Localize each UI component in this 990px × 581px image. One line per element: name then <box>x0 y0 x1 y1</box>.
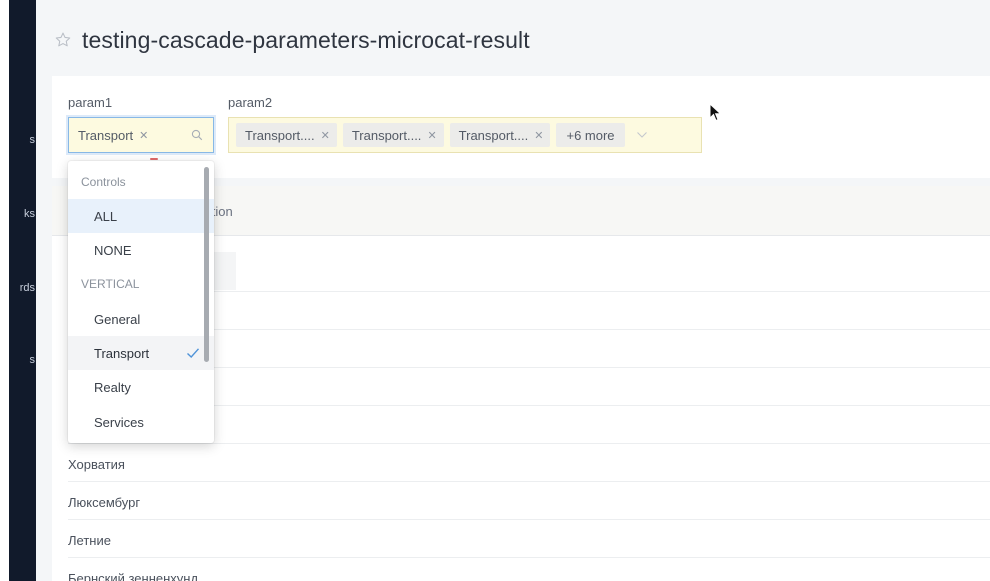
param2-more-tag[interactable]: +6 more <box>556 123 625 147</box>
check-icon <box>185 345 201 361</box>
dropdown-option-label: ALL <box>94 208 118 224</box>
dropdown-option-label: General <box>94 311 141 327</box>
dropdown-option-label: NONE <box>94 242 132 258</box>
param2-tag: Transport.... ✕ <box>449 123 551 147</box>
dropdown-option-label: Realty <box>94 379 131 395</box>
dropdown-scrollbar[interactable] <box>204 167 209 362</box>
close-icon[interactable]: ✕ <box>321 129 330 142</box>
param2-tag-label: Transport.... <box>458 127 529 143</box>
param2-tag-label: Transport.... <box>245 127 315 143</box>
dropdown-option-general[interactable]: General <box>68 302 214 336</box>
table-row[interactable]: Летние <box>68 520 990 558</box>
page-title: testing-cascade-parameters-microcat-resu… <box>82 26 530 53</box>
close-icon[interactable]: ✕ <box>139 129 148 142</box>
dropdown-option-none[interactable]: NONE <box>68 233 214 267</box>
close-icon[interactable]: ✕ <box>534 129 543 142</box>
nav-item-2[interactable]: ks <box>9 208 36 220</box>
table-row[interactable]: Хорватия <box>68 444 990 482</box>
dropdown-option-transport[interactable]: Transport <box>68 336 214 370</box>
param2-tag: Transport.... ✕ <box>236 123 337 147</box>
param1-tag-label: Transport <box>78 127 134 143</box>
mouse-cursor-icon <box>709 103 722 122</box>
param1-tag: Transport ✕ <box>76 123 150 147</box>
dropdown-group-vertical: VERTICAL <box>81 277 140 291</box>
table-cell: Хорватия <box>68 457 125 472</box>
star-icon[interactable] <box>52 29 74 51</box>
dropdown-group-controls: Controls <box>81 175 126 189</box>
nav-item-1[interactable]: s <box>9 134 36 146</box>
nav-item-3[interactable]: rds <box>9 282 36 294</box>
param2-tag: Transport.... ✕ <box>342 123 444 147</box>
chevron-down-icon[interactable] <box>635 128 649 142</box>
dropdown-option-label: Transport <box>94 345 150 361</box>
param1-select[interactable]: Transport ✕ <box>68 117 214 153</box>
table-cell: Люксембург <box>68 495 141 510</box>
table-cell: Летние <box>68 533 111 548</box>
left-nav: s ks rds s <box>0 0 36 581</box>
title-row: testing-cascade-parameters-microcat-resu… <box>52 22 530 58</box>
dropdown-option-services[interactable]: Services <box>68 405 214 439</box>
dropdown-option-all[interactable]: ALL <box>68 199 214 233</box>
table-cell: Бернский зенненхунд <box>68 571 199 581</box>
param2-tag-label: Transport.... <box>351 127 422 143</box>
scroll-indicator <box>150 158 158 160</box>
dropdown-option-label: Services <box>94 414 144 430</box>
table-row[interactable]: Бернский зенненхунд <box>68 558 990 581</box>
dropdown-option-realty[interactable]: Realty <box>68 370 214 404</box>
param1-dropdown: Controls ALL NONE VERTICAL General Trans… <box>68 161 214 443</box>
search-icon <box>191 128 203 146</box>
param2-label: param2 <box>228 95 273 110</box>
param2-select[interactable]: Transport.... ✕ Transport.... ✕ Transpor… <box>228 117 702 153</box>
table-row[interactable]: Люксембург <box>68 482 990 520</box>
app-frame: s ks rds s testing-cascade-parameters-mi… <box>0 0 990 581</box>
param1-label: param1 <box>68 95 113 110</box>
close-icon[interactable]: ✕ <box>427 129 436 142</box>
nav-item-4[interactable]: s <box>9 354 36 366</box>
